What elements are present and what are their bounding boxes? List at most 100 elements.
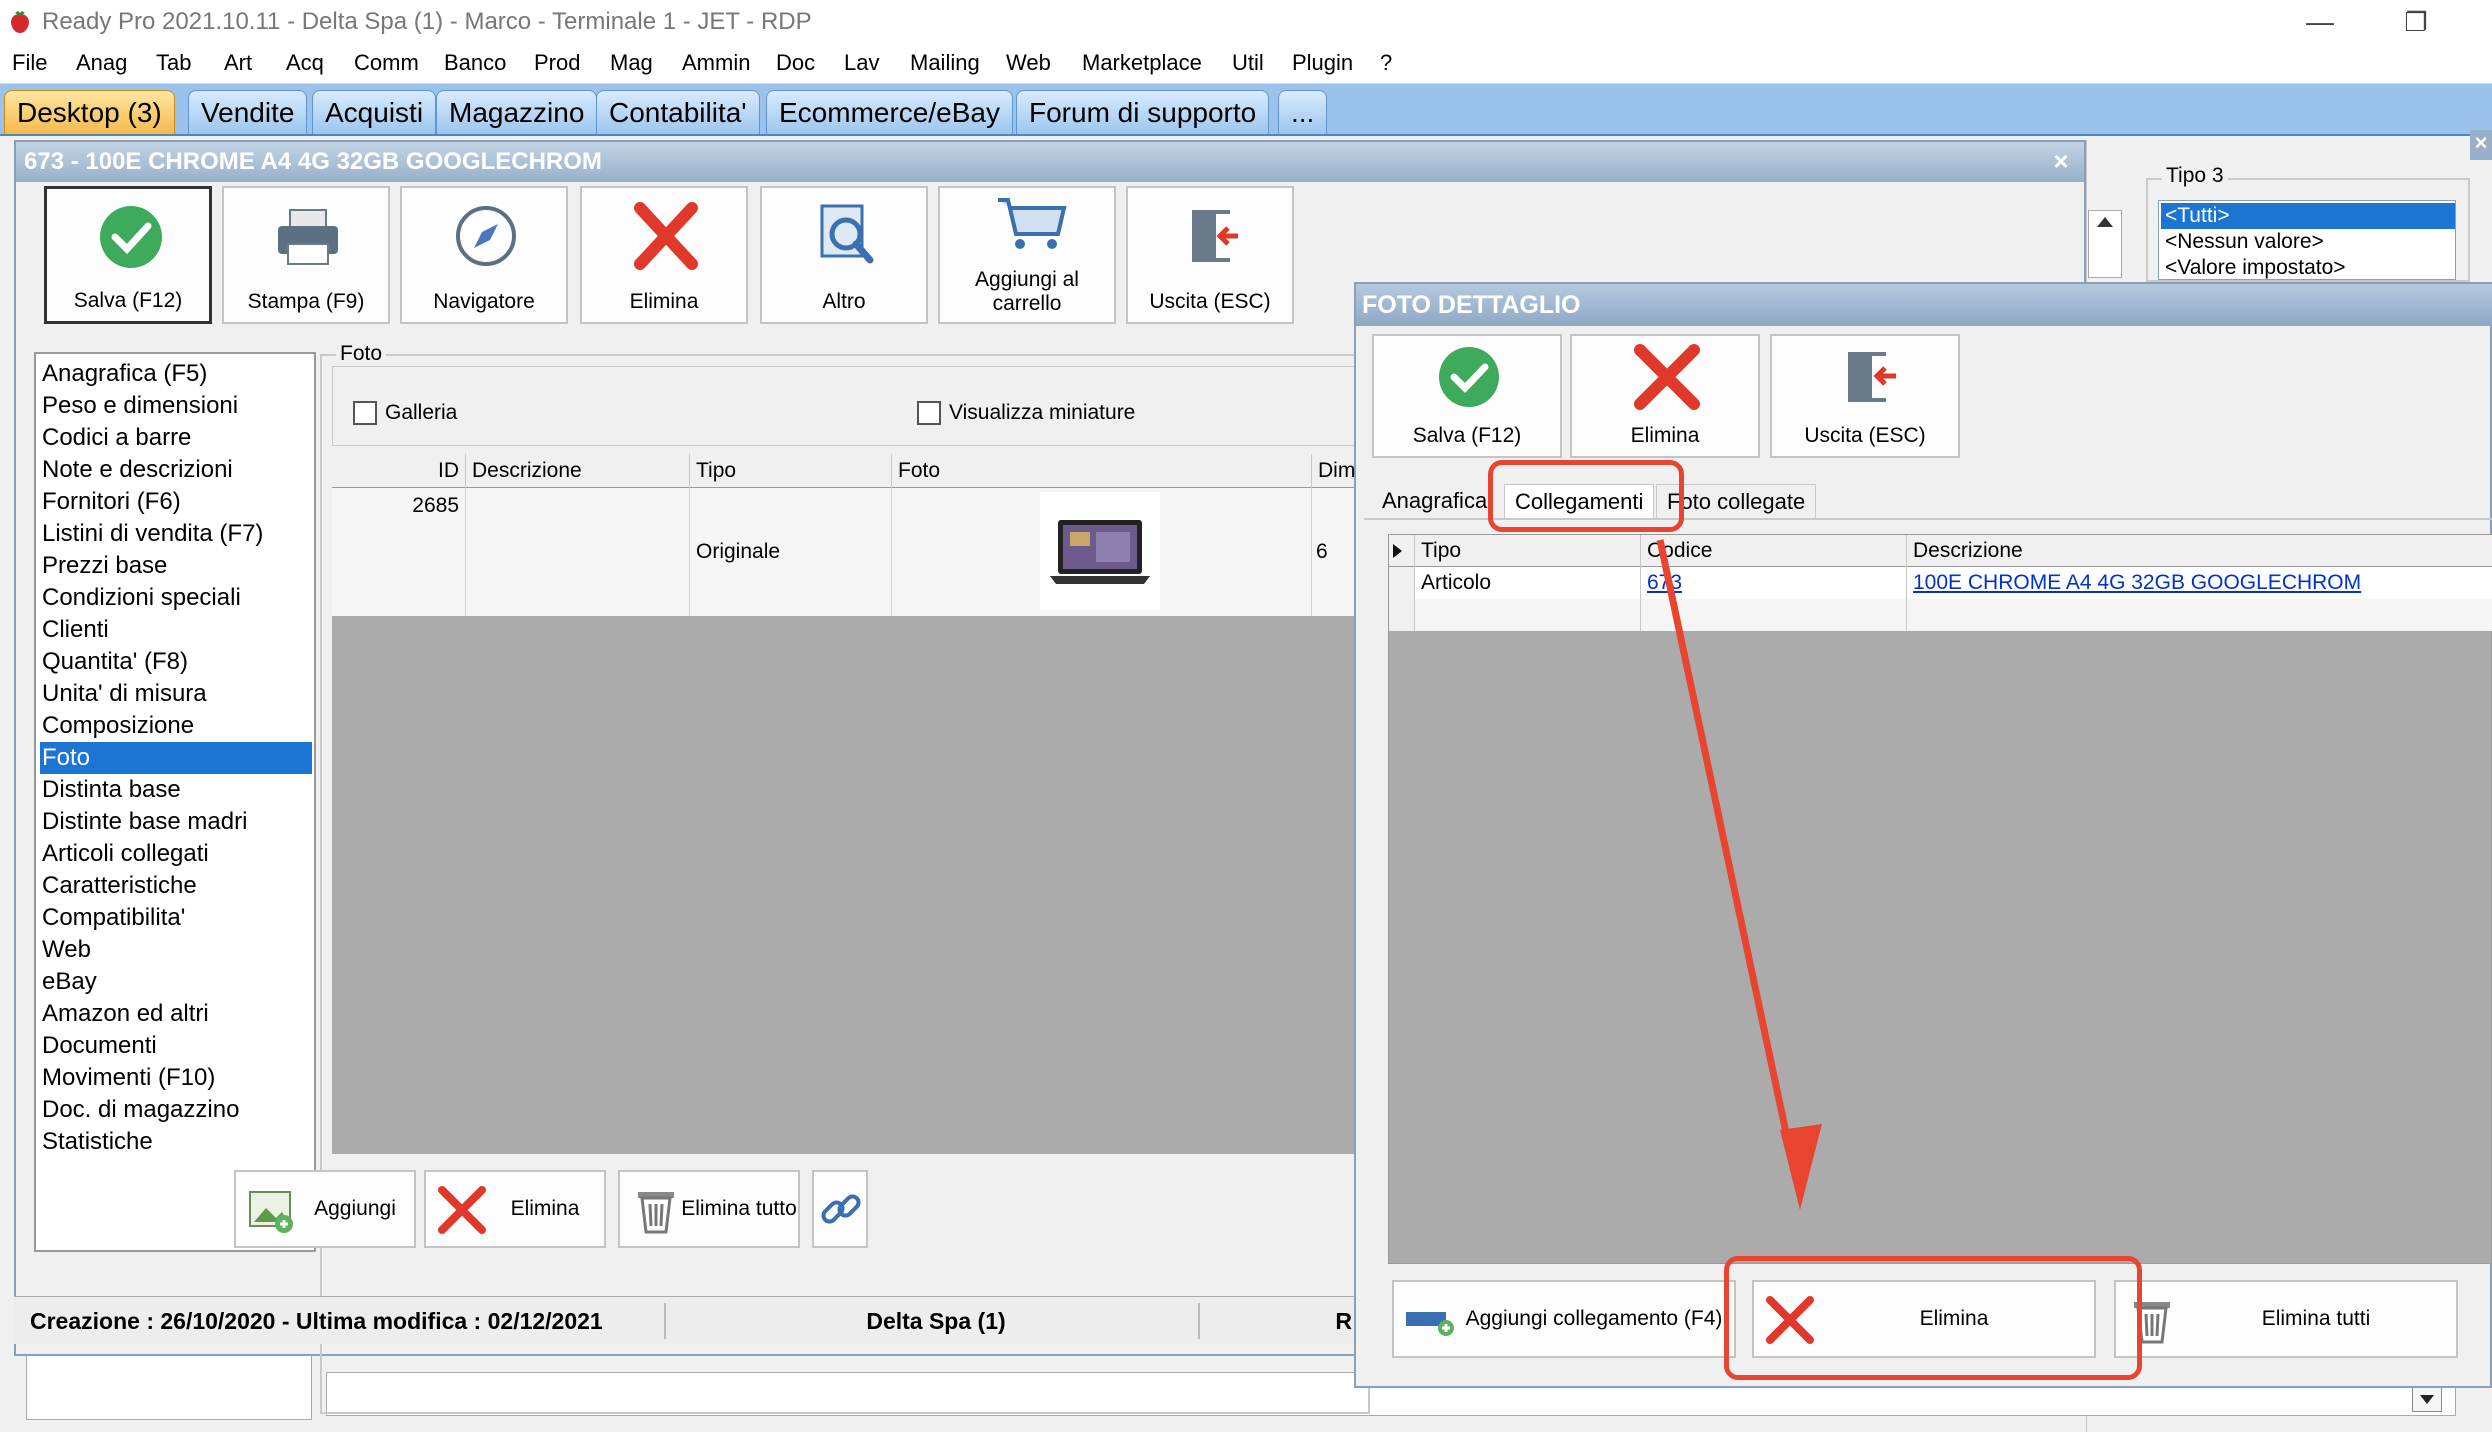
menu-marketplace[interactable]: Marketplace xyxy=(1082,50,1202,76)
nav-item[interactable]: Quantita' (F8) xyxy=(40,646,312,678)
dropdown-button[interactable] xyxy=(2412,1386,2442,1412)
menu-ammin[interactable]: Ammin xyxy=(682,50,750,76)
menu-file[interactable]: File xyxy=(12,50,47,76)
nav-item[interactable]: Note e descrizioni xyxy=(40,454,312,486)
nav-item[interactable]: Web xyxy=(40,934,312,966)
menu-mailing[interactable]: Mailing xyxy=(910,50,980,76)
nav-item[interactable]: Amazon ed altri xyxy=(40,998,312,1030)
add-photo-button[interactable]: Aggiungi xyxy=(234,1170,416,1248)
nav-item[interactable]: Prezzi base xyxy=(40,550,312,582)
nav-item[interactable]: Codici a barre xyxy=(40,422,312,454)
nav-item[interactable]: eBay xyxy=(40,966,312,998)
menu-tab[interactable]: Tab xyxy=(156,50,191,76)
add-to-cart-button[interactable]: Aggiungi al carrello xyxy=(938,186,1116,324)
cell-descrizione-link[interactable]: 100E CHROME A4 4G 32GB GOOGLECHROM xyxy=(1907,567,2492,599)
gallery-checkbox[interactable] xyxy=(353,401,377,425)
delete-button[interactable]: Elimina xyxy=(580,186,748,324)
delete-all-links-button[interactable]: Elimina tutti xyxy=(2114,1280,2458,1358)
dialog-save-button[interactable]: Salva (F12) xyxy=(1372,334,1562,458)
menu-help[interactable]: ? xyxy=(1380,50,1392,76)
tipo3-item[interactable]: <Tutti> xyxy=(2161,203,2455,229)
scrollbar[interactable] xyxy=(2088,210,2122,278)
tab-vendite[interactable]: Vendite xyxy=(188,90,308,134)
nav-item[interactable]: Unita' di misura xyxy=(40,678,312,710)
menu-comm[interactable]: Comm xyxy=(354,50,419,76)
add-link-button[interactable]: Aggiungi collegamento (F4) xyxy=(1392,1280,1736,1358)
nav-item[interactable]: Caratteristiche xyxy=(40,870,312,902)
restore-button[interactable]: ❐ xyxy=(2386,4,2446,40)
link-photo-button[interactable] xyxy=(812,1170,868,1248)
nav-item[interactable]: Composizione xyxy=(40,710,312,742)
scroll-up-icon[interactable] xyxy=(2097,217,2113,227)
nav-item[interactable]: Peso e dimensioni xyxy=(40,390,312,422)
dialog-delete-button[interactable]: Elimina xyxy=(1570,334,1760,458)
navigator-button[interactable]: Navigatore xyxy=(400,186,568,324)
menu-web[interactable]: Web xyxy=(1006,50,1051,76)
delete-photo-button[interactable]: Elimina xyxy=(424,1170,606,1248)
tipo3-list[interactable]: <Tutti> <Nessun valore> <Valore impostat… xyxy=(2158,200,2456,280)
tab-anagrafica[interactable]: Anagrafica xyxy=(1372,484,1497,518)
collegamenti-grid[interactable]: Tipo Codice Descrizione Articolo 673 100… xyxy=(1388,534,2492,1264)
compass-icon xyxy=(402,200,566,272)
nav-item[interactable]: Clienti xyxy=(40,614,312,646)
tab-ecommerce[interactable]: Ecommerce/eBay xyxy=(766,90,1013,134)
nav-item-selected[interactable]: Foto xyxy=(40,742,312,774)
nav-item[interactable]: Documenti xyxy=(40,1030,312,1062)
menu-banco[interactable]: Banco xyxy=(444,50,506,76)
tipo3-item[interactable]: <Nessun valore> xyxy=(2161,229,2455,255)
nav-item[interactable]: Fornitori (F6) xyxy=(40,486,312,518)
nav-item[interactable]: Movimenti (F10) xyxy=(40,1062,312,1094)
nav-item[interactable]: Listini di vendita (F7) xyxy=(40,518,312,550)
nav-item[interactable]: Anagrafica (F5) xyxy=(40,358,312,390)
red-x-icon xyxy=(436,1184,488,1236)
menu-acq[interactable]: Acq xyxy=(286,50,324,76)
nav-item[interactable]: Distinta base xyxy=(40,774,312,806)
exit-button[interactable]: Uscita (ESC) xyxy=(1126,186,1294,324)
other-button[interactable]: Altro xyxy=(760,186,928,324)
laptop-thumbnail[interactable] xyxy=(1040,492,1160,610)
printer-icon xyxy=(224,200,388,272)
table-row[interactable]: Articolo 673 100E CHROME A4 4G 32GB GOOG… xyxy=(1389,567,2492,599)
save-button[interactable]: Salva (F12) xyxy=(44,186,212,324)
menu-mag[interactable]: Mag xyxy=(610,50,653,76)
tipo3-item[interactable]: <Valore impostato> xyxy=(2161,255,2455,279)
col-tipo[interactable]: Tipo xyxy=(1415,535,1641,567)
tab-forum[interactable]: Forum di supporto xyxy=(1016,90,1270,134)
nav-item[interactable]: Doc. di magazzino xyxy=(40,1094,312,1126)
minimize-button[interactable]: — xyxy=(2290,4,2350,40)
table-row[interactable]: 2685 Originale 6 xyxy=(332,488,1372,616)
nav-item[interactable]: Compatibilita' xyxy=(40,902,312,934)
nav-item[interactable]: Articoli collegati xyxy=(40,838,312,870)
tab-acquisti[interactable]: Acquisti xyxy=(312,90,437,134)
table-row-empty[interactable] xyxy=(1389,599,2492,631)
thumbnails-checkbox[interactable] xyxy=(917,401,941,425)
foto-grid[interactable]: ID Descrizione Tipo Foto Dime 2685 Origi… xyxy=(332,454,1372,1154)
col-descrizione[interactable]: Descrizione xyxy=(1907,535,2492,567)
menu-art[interactable]: Art xyxy=(224,50,252,76)
menu-anag[interactable]: Anag xyxy=(76,50,127,76)
section-nav-list[interactable]: Anagrafica (F5) Peso e dimensioni Codici… xyxy=(34,352,316,1252)
background-close-icon[interactable]: × xyxy=(2470,130,2492,160)
nav-item[interactable]: Distinte base madri xyxy=(40,806,312,838)
delete-all-photos-button[interactable]: Elimina tutto xyxy=(618,1170,800,1248)
row-selector[interactable] xyxy=(1389,599,1415,631)
row-selector[interactable] xyxy=(1389,567,1415,599)
tab-more[interactable]: ... xyxy=(1278,90,1328,134)
menu-util[interactable]: Util xyxy=(1232,50,1264,76)
nav-item[interactable]: Condizioni speciali xyxy=(40,582,312,614)
col-descrizione[interactable]: Descrizione xyxy=(466,454,690,488)
tab-magazzino[interactable]: Magazzino xyxy=(436,90,598,134)
menu-lav[interactable]: Lav xyxy=(844,50,879,76)
col-tipo[interactable]: Tipo xyxy=(690,454,892,488)
nav-item[interactable]: Statistiche xyxy=(40,1126,312,1158)
col-id[interactable]: ID xyxy=(332,454,466,488)
close-icon[interactable]: × xyxy=(2046,144,2076,178)
dialog-exit-button[interactable]: Uscita (ESC) xyxy=(1770,334,1960,458)
menu-doc[interactable]: Doc xyxy=(776,50,815,76)
print-button[interactable]: Stampa (F9) xyxy=(222,186,390,324)
menu-plugin[interactable]: Plugin xyxy=(1292,50,1353,76)
tab-desktop[interactable]: Desktop (3) xyxy=(4,90,175,134)
col-foto[interactable]: Foto xyxy=(892,454,1312,488)
tab-contabilita[interactable]: Contabilita' xyxy=(596,90,760,134)
menu-prod[interactable]: Prod xyxy=(534,50,580,76)
